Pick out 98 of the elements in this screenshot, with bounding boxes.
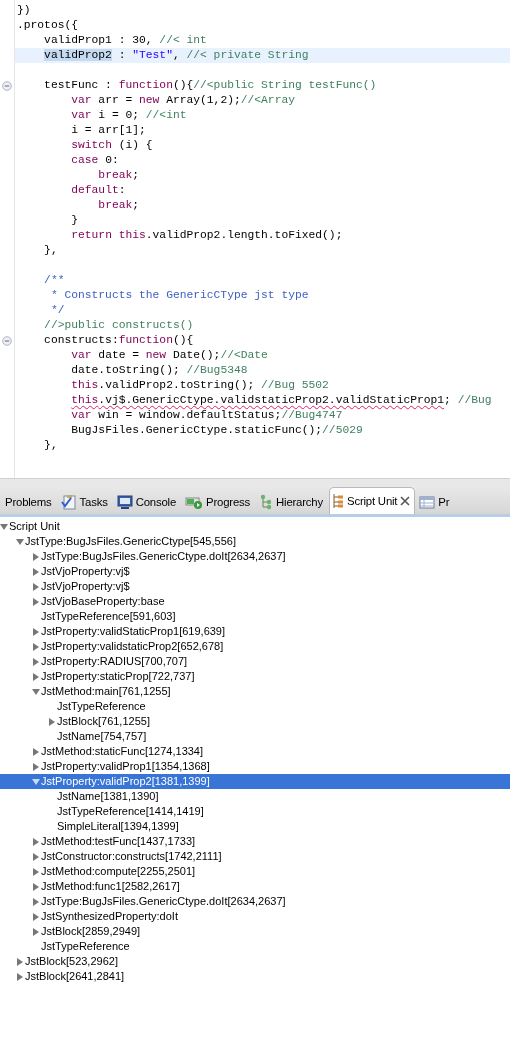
tree-item[interactable]: JstTypeReference[591,603] — [0, 609, 510, 624]
tree-item[interactable]: JstType:BugJsFiles.GenericCtype.doIt[2634,2637] — [0, 894, 510, 909]
tree-item[interactable]: JstMethod:staticFunc[1274,1334] — [0, 744, 510, 759]
code-line: this.validProp2.toString(); //Bug 5502 — [70, 378, 330, 393]
tree-item[interactable]: JstVjoBaseProperty:base — [0, 594, 510, 609]
tree-item[interactable]: JstMethod:func1[2582,2617] — [0, 879, 510, 894]
view-tab[interactable]: Pr — [416, 489, 455, 514]
collapsed-triangle-icon[interactable] — [16, 957, 24, 966]
tree-item[interactable]: JstProperty:validProp1[1354,1368] — [0, 759, 510, 774]
tree-item[interactable]: JstVjoProperty:vj$ — [0, 564, 510, 579]
code-line: var i = 0; //<int — [70, 108, 188, 123]
progress-icon — [185, 494, 204, 510]
collapsed-triangle-icon[interactable] — [32, 852, 40, 861]
expanded-triangle-icon[interactable] — [16, 537, 24, 546]
collapse-icon[interactable] — [2, 80, 12, 91]
tree-item[interactable]: JstBlock[761,1255] — [0, 714, 510, 729]
code-line: }, — [43, 438, 59, 453]
collapsed-triangle-icon[interactable] — [32, 582, 40, 591]
code-line: BugJsFiles.GenericCtype.staticFunc();//5029 — [70, 423, 364, 438]
collapsed-triangle-icon[interactable] — [32, 747, 40, 756]
code-line: this.vj$.GenericCtype.validstaticProp2.validStaticProp1; //Bug — [70, 393, 493, 408]
clipboard-icon — [60, 494, 77, 510]
code-line: default: — [70, 183, 127, 198]
view-tab[interactable]: Progress — [182, 489, 256, 514]
tree-item[interactable]: JstProperty:validstaticProp2[652,678] — [0, 639, 510, 654]
code-line: var date = new Date();//<Date — [70, 348, 269, 363]
code-line: break; — [97, 168, 141, 183]
code-line: return this.validProp2.length.toFixed(); — [70, 228, 344, 243]
monitor-icon — [116, 494, 133, 510]
tree-item[interactable]: JstMethod:main[761,1255] — [0, 684, 510, 699]
tree-item[interactable]: JstName[754,757] — [0, 729, 510, 744]
structure-icon — [332, 493, 344, 509]
code-line: date.toString(); //Bug5348 — [70, 363, 249, 378]
collapse-icon[interactable] — [2, 335, 12, 346]
code-line: } — [70, 213, 79, 228]
expanded-triangle-icon[interactable] — [0, 522, 8, 531]
collapsed-triangle-icon[interactable] — [32, 552, 40, 561]
hierarchy-icon — [259, 494, 274, 510]
collapsed-triangle-icon[interactable] — [32, 912, 40, 921]
code-line: constructs:function(){ — [43, 333, 195, 348]
tree-item[interactable]: JstProperty:staticProp[722,737] — [0, 669, 510, 684]
code-line: //>public constructs() — [43, 318, 195, 333]
view-tab[interactable]: Hierarchy — [256, 489, 328, 514]
code-line: validProp1 : 30, //< int — [43, 33, 208, 48]
collapsed-triangle-icon[interactable] — [32, 597, 40, 606]
tree-item[interactable]: JstType:BugJsFiles.GenericCtype.doIt[2634,2637] — [0, 549, 510, 564]
collapsed-triangle-icon[interactable] — [32, 927, 40, 936]
collapsed-triangle-icon[interactable] — [32, 762, 40, 771]
code-line: i = arr[1]; — [70, 123, 147, 138]
tree-item[interactable]: JstProperty:validProp2[1381,1399] — [0, 774, 510, 789]
view-tab[interactable]: Tasks — [57, 489, 113, 514]
code-line: switch (i) { — [70, 138, 154, 153]
collapsed-triangle-icon[interactable] — [32, 882, 40, 891]
tree-item[interactable]: JstName[1381,1390] — [0, 789, 510, 804]
view-tab[interactable]: Console — [113, 489, 182, 514]
code-line: /** — [43, 273, 66, 288]
expanded-triangle-icon[interactable] — [32, 777, 40, 786]
tree-item[interactable]: JstMethod:compute[2255,2501] — [0, 864, 510, 879]
code-line: }) — [16, 3, 32, 18]
tree-item[interactable]: JstProperty:validStaticProp1[619,639] — [0, 624, 510, 639]
collapsed-triangle-icon[interactable] — [32, 657, 40, 666]
tree-item[interactable]: JstSynthesizedProperty:doIt — [0, 909, 510, 924]
collapsed-triangle-icon[interactable] — [32, 897, 40, 906]
tree-item[interactable]: JstTypeReference — [0, 939, 510, 954]
code-line: var arr = new Array(1,2);//<Array — [70, 93, 296, 108]
view-tab[interactable]: Script Unit — [329, 487, 416, 514]
collapsed-triangle-icon[interactable] — [16, 972, 24, 981]
view-tab[interactable]: Problems — [2, 489, 57, 514]
tree-item[interactable]: JstMethod:testFunc[1437,1733] — [0, 834, 510, 849]
code-line: */ — [49, 303, 66, 318]
code-line: .protos({ — [16, 18, 79, 33]
expanded-triangle-icon[interactable] — [32, 687, 40, 696]
close-icon[interactable] — [400, 496, 411, 506]
code-line: }, — [43, 243, 59, 258]
tree-item[interactable]: JstTypeReference — [0, 699, 510, 714]
tree-item[interactable]: JstBlock[2641,2841] — [0, 969, 510, 984]
code-line: * Constructs the GenericCType jst type — [49, 288, 310, 303]
tree-item[interactable]: JstTypeReference[1414,1419] — [0, 804, 510, 819]
tree-item[interactable]: JstConstructor:constructs[1742,2111] — [0, 849, 510, 864]
collapsed-triangle-icon[interactable] — [32, 627, 40, 636]
collapsed-triangle-icon[interactable] — [32, 837, 40, 846]
tree-item[interactable]: JstProperty:RADIUS[700,707] — [0, 654, 510, 669]
tree-item[interactable]: JstBlock[2859,2949] — [0, 924, 510, 939]
table-icon — [419, 494, 436, 510]
tree-item[interactable]: JstType:BugJsFiles.GenericCtype[545,556] — [0, 534, 510, 549]
code-line: case 0: — [70, 153, 120, 168]
code-line: break; — [97, 198, 141, 213]
tree-item[interactable]: JstBlock[523,2962] — [0, 954, 510, 969]
code-line: var win = window.defaultStatus;//Bug4747 — [70, 408, 344, 423]
collapsed-triangle-icon[interactable] — [48, 717, 56, 726]
tree-item[interactable]: SimpleLiteral[1394,1399] — [0, 819, 510, 834]
collapsed-triangle-icon[interactable] — [32, 672, 40, 681]
collapsed-triangle-icon[interactable] — [32, 642, 40, 651]
collapsed-triangle-icon[interactable] — [32, 567, 40, 576]
tree-item[interactable]: Script Unit — [0, 519, 510, 534]
collapsed-triangle-icon[interactable] — [32, 867, 40, 876]
code-line: testFunc : function(){//<public String testFunc() — [43, 78, 378, 93]
tree-item[interactable]: JstVjoProperty:vj$ — [0, 579, 510, 594]
